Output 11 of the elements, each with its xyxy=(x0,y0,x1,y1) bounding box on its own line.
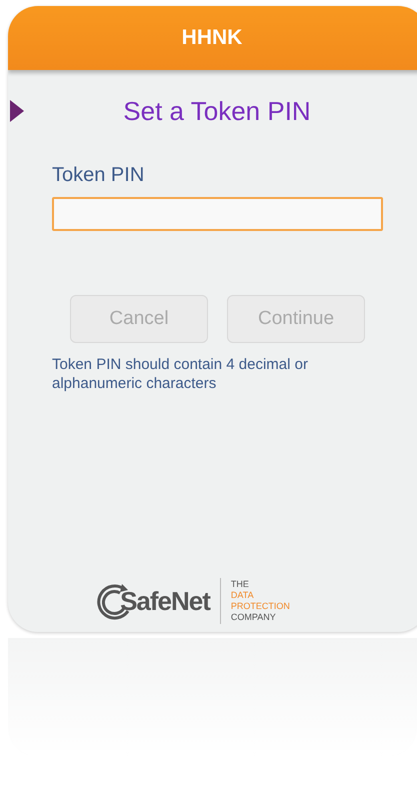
logo-wordmark: SafeNet xyxy=(120,586,210,616)
screen-title: Set a Token PIN xyxy=(123,96,311,126)
app-title: HHNK xyxy=(182,26,242,50)
pointer-icon xyxy=(10,100,24,122)
field-label: Token PIN xyxy=(52,164,144,187)
pin-field[interactable] xyxy=(52,197,383,231)
tagline-text: PROTECTION xyxy=(230,601,290,612)
hint-text: Token PIN should contain 4 decimal or alphanumeric characters xyxy=(52,355,309,393)
tagline-text: DATA xyxy=(230,590,255,601)
tagline-text: THE xyxy=(230,579,250,590)
tagline-text: COMPANY xyxy=(230,612,277,623)
